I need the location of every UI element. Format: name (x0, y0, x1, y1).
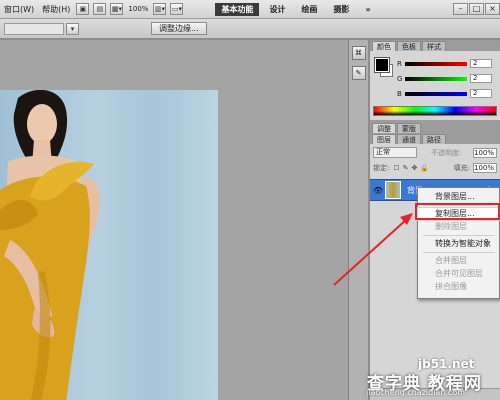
workspace-photography[interactable]: 摄影 (327, 3, 355, 16)
tab-color[interactable]: 颜色 (372, 41, 396, 51)
menu-help[interactable]: 帮助(H) (38, 4, 74, 15)
options-field[interactable] (4, 22, 64, 35)
menu-window[interactable]: 窗口(W) (0, 4, 38, 15)
workspace-more[interactable]: » (359, 4, 376, 15)
panel-dock-strip: ⌘ ✎ (348, 40, 368, 400)
style-dropdown-icon[interactable]: ▾ (66, 22, 79, 35)
close-button[interactable]: × (485, 3, 500, 15)
tab-masks[interactable]: 蒙版 (397, 123, 421, 133)
green-slider-track[interactable] (405, 76, 467, 81)
red-slider-track[interactable] (405, 61, 467, 66)
red-value-field[interactable]: 2 (470, 59, 492, 68)
menu-item-merge-visible[interactable]: 合并可见图层 (418, 268, 499, 280)
lock-all-icon[interactable]: 🔒 (420, 164, 429, 172)
green-value-field[interactable]: 2 (470, 74, 492, 83)
options-bar: ▾ 调整边缘... (0, 19, 500, 39)
menu-item-convert-smart-object[interactable]: 转换为智能对象 (418, 238, 499, 250)
eye-icon[interactable]: 👁 (373, 186, 383, 195)
foreground-color-swatch[interactable] (374, 57, 390, 73)
lock-label: 锁定: (373, 163, 390, 172)
bridge-icon[interactable]: ▣ (76, 3, 90, 15)
tool-presets-icon[interactable]: ✎ (351, 66, 366, 80)
minimize-button[interactable]: – (453, 3, 468, 15)
tab-styles[interactable]: 样式 (422, 41, 446, 51)
blue-slider-track[interactable] (405, 91, 467, 96)
history-icon[interactable]: ⌘ (351, 46, 366, 60)
layers-tabs: 图层 通道 路径 (370, 133, 500, 144)
workspace-essentials[interactable]: 基本功能 (215, 2, 260, 16)
lock-position-icon[interactable]: ✥ (412, 164, 418, 172)
color-spectrum-bar[interactable] (373, 106, 497, 116)
slider-green[interactable]: G 2 (397, 73, 497, 84)
fill-label: 填充: (453, 163, 470, 172)
workspace-design[interactable]: 设计 (263, 3, 291, 16)
refine-edge-button[interactable]: 调整边缘... (151, 22, 207, 35)
window-controls: – □ × (452, 3, 500, 15)
woman-portrait-image (0, 90, 101, 400)
arrange-docs-icon[interactable]: ▥▾ (153, 3, 167, 15)
tab-layers[interactable]: 图层 (372, 134, 396, 144)
menu-separator (423, 252, 495, 253)
opacity-label: 不透明度: (431, 148, 462, 157)
tab-adjustments[interactable]: 调整 (372, 123, 396, 133)
menu-item-layer-from-background[interactable]: 背景图层... (418, 191, 499, 203)
blend-mode-select[interactable]: 正常 (373, 147, 417, 158)
tab-channels[interactable]: 通道 (397, 134, 421, 144)
lock-transparent-icon[interactable]: ☐ (393, 164, 399, 172)
layer-thumbnail (385, 181, 401, 199)
document-canvas[interactable] (0, 40, 348, 400)
tab-paths[interactable]: 路径 (422, 134, 446, 144)
menu-item-flatten-image[interactable]: 拼合图像 (418, 281, 499, 293)
menu-bar: 窗口(W) 帮助(H) ▣ ▤ ▦▾ 100% ▥▾ ▭▾ 基本功能 设计 绘画… (0, 0, 500, 19)
slider-red[interactable]: R 2 (397, 58, 497, 69)
lock-image-icon[interactable]: ✎ (403, 164, 409, 172)
menu-separator (423, 235, 495, 236)
menu-item-delete-layer[interactable]: 删除图层 (418, 221, 499, 233)
lock-icons: ☐ ✎ ✥ 🔒 (393, 164, 432, 172)
lock-row: 锁定: ☐ ✎ ✥ 🔒 填充: 100% (370, 161, 500, 174)
document-image (0, 90, 218, 400)
opacity-field[interactable]: 100% (473, 147, 497, 158)
slider-blue[interactable]: B 2 (397, 88, 497, 99)
view-extras-icon[interactable]: ▦▾ (110, 3, 124, 15)
fill-field[interactable]: 100% (473, 162, 497, 173)
adjustments-tabs: 调整 蒙版 (370, 120, 500, 133)
menu-item-merge-layers[interactable]: 合并图层 (418, 255, 499, 267)
color-panel-tabs: 颜色 色板 样式 (370, 40, 500, 51)
minibridge-icon[interactable]: ▤ (93, 3, 107, 15)
color-panel: 颜色 色板 样式 R 2 G 2 B 2 (369, 40, 500, 120)
tab-swatches[interactable]: 色板 (397, 41, 421, 51)
adjustments-panel: 调整 蒙版 (369, 120, 500, 133)
zoom-level[interactable]: 100% (125, 5, 151, 13)
blue-value-field[interactable]: 2 (470, 89, 492, 98)
maximize-button[interactable]: □ (469, 3, 484, 15)
watermark-url: jiaocheng.chazidian.com (366, 388, 466, 397)
duplicate-highlight-box (415, 203, 500, 220)
blend-row: 正常 不透明度: 100% (370, 146, 500, 159)
workspace-painting[interactable]: 绘画 (295, 3, 323, 16)
screen-mode-icon[interactable]: ▭▾ (170, 3, 184, 15)
